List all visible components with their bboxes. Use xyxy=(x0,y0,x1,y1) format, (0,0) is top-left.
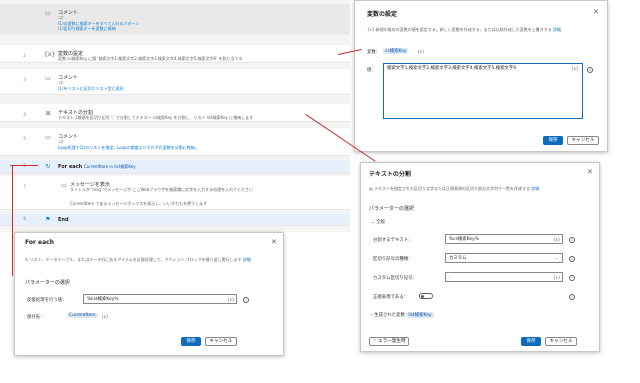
save-button[interactable]: 保存 xyxy=(181,337,201,346)
message-icon: ▭ xyxy=(61,182,67,189)
variable-picker-icon[interactable]: {x} xyxy=(227,297,234,302)
custom-delimiter-input[interactable]: , xyxy=(445,272,563,282)
variable-label: 変数： xyxy=(367,50,381,55)
step-title: For each xyxy=(58,164,83,170)
iterate-value-label: 反復処理を行う値： xyxy=(27,298,67,303)
delimiter-type-value: カスタム xyxy=(449,256,467,261)
step-number: 3 xyxy=(23,78,26,83)
details-link[interactable]: 詳細 xyxy=(553,27,561,32)
details-link[interactable]: 詳細 xyxy=(531,186,539,191)
on-error-button[interactable]: ♡ エラー発生時 xyxy=(369,337,409,346)
dialog-description: ▤ テキストを指定された区切り文字または正規表現の区切り部分文字列で一覧を作成す… xyxy=(369,186,540,191)
annotation-line-for-each-a xyxy=(10,164,38,166)
is-regex-toggle[interactable] xyxy=(419,293,433,299)
flow-step-comment-5[interactable]: 5 ▭ コメント コ） Loop処理で(2)のリストを指定。Loopの都度よりそ… xyxy=(0,128,350,156)
save-button[interactable]: 保存 xyxy=(543,136,563,145)
params-heading: パラメーターの選択 xyxy=(25,280,70,286)
step-line: (1)をリストに区切りリスト型に変形 xyxy=(58,86,124,91)
custom-delimiter-label: カスタム区切り記号： xyxy=(373,276,417,281)
info-icon: i xyxy=(569,294,575,300)
step-number: 7 xyxy=(23,185,26,190)
value-picker-icon[interactable]: {x} xyxy=(571,66,578,71)
dialog-title: 変数の設定 xyxy=(367,11,398,18)
comment-icon: ▭ xyxy=(45,75,51,82)
cancel-button[interactable]: キャンセル xyxy=(205,337,237,346)
value-text: 検索文字1,検索文字2,検索文字3,検索文字4,検索文字5,検索文字6 xyxy=(387,66,517,71)
step-line: テキスト 1数値を区切り記号 ',' で分割してテキスト cs検索Key を分割… xyxy=(58,115,254,120)
annotation-line-for-each-b xyxy=(12,166,14,276)
close-icon[interactable]: ✕ xyxy=(271,238,277,246)
generated-variables[interactable]: › 生成された変数 list検索Key xyxy=(371,312,434,318)
flow-step-comment-1[interactable]: ▭ コメント コ） (1)の変数に検索キーをすべて入れるパターン (1)区切り検… xyxy=(0,4,350,34)
details-link[interactable]: 詳細 xyxy=(243,257,251,262)
info-icon: i xyxy=(569,237,575,243)
step-number: 8 xyxy=(23,217,26,222)
step-line: CurrentItem in list検索Key xyxy=(84,164,136,169)
flow-step-end[interactable]: 8 ⚑ End xyxy=(0,214,350,226)
value-textarea[interactable]: 検索文字1,検索文字2,検索文字3,検索文字4,検索文字5,検索文字6 xyxy=(383,63,583,119)
variable-icon: {x} xyxy=(44,51,56,58)
dialog-description: ↻ リスト、データテーブル、またはデータ行にあるアイテムを反復処理して、アクショ… xyxy=(25,257,251,262)
iterate-value-text: %list検索Key% xyxy=(87,297,119,302)
chevron-down-icon[interactable]: ⌄ xyxy=(555,255,558,260)
delimiter-type-label: 区切り記号の種類： xyxy=(373,257,413,262)
step-line: (1)区切り検索キーを変数に格納 xyxy=(58,26,116,31)
for-each-dialog: For each ✕ ↻ リスト、データテーブル、またはデータ行にあるアイテムを… xyxy=(14,232,284,356)
flow-step-split-text[interactable]: 4 ≣ テキストの分割 テキスト 1数値を区切り記号 ',' で分割してテキスト… xyxy=(0,104,350,122)
cancel-button[interactable]: キャンセル xyxy=(545,337,577,346)
step-number: 5 xyxy=(23,137,26,142)
flow-step-set-variable[interactable]: 2 {x} 変数の設定 変数 cs検索Key に値 '検索文字1,検索文字2,検… xyxy=(0,45,350,63)
variable-picker-icon[interactable]: {x} xyxy=(553,275,560,280)
info-icon: i xyxy=(569,256,575,262)
step-title: End xyxy=(58,217,69,223)
value-label: 値： xyxy=(367,68,376,73)
dialog-description: {x} 新規の既存の変数の値を設定する。新しい変数を作成する、または以前作成した… xyxy=(367,27,562,32)
step-line: CurrentItem であるメッセージボックスを表示し、いいずれもを押下します xyxy=(70,201,208,206)
variable-chip[interactable]: cs検索Key xyxy=(383,48,409,54)
close-icon[interactable]: ✕ xyxy=(587,168,593,176)
store-into-label: 保存先： xyxy=(27,315,45,320)
iterate-value-input[interactable]: %list検索Key% xyxy=(83,294,237,304)
set-variable-dialog: 変数の設定 ✕ {x} 新規の既存の変数の値を設定する。新しい変数を作成する、ま… xyxy=(354,0,608,152)
step-line: タイトルが 'msg' でメッセージが ここWebブラウザを検索欄に文字を入力す… xyxy=(70,187,253,192)
text-to-split-value: %cs検索Key% xyxy=(449,237,479,242)
dialog-title: テキストの分割 xyxy=(369,171,411,178)
save-button[interactable]: 保存 xyxy=(521,337,541,346)
flow-editor: ▭ コメント コ） (1)の変数に検索キーをすべて入れるパターン (1)区切り検… xyxy=(0,0,350,232)
info-icon: i xyxy=(569,275,575,281)
variable-picker-icon[interactable]: {x} xyxy=(101,314,108,319)
generated-variable-chip: list検索Key xyxy=(406,312,434,318)
flow-step-message[interactable]: 7 ▭ メッセージを表示 タイトルが 'msg' でメッセージが ここWebブラ… xyxy=(0,176,350,210)
is-regex-label: 正規表現である： xyxy=(373,295,409,300)
info-icon: i xyxy=(587,67,593,73)
params-heading: パラメーターの選択 xyxy=(369,206,414,212)
general-heading: ⌄ 全般 xyxy=(371,220,385,225)
end-flag-icon: ⚑ xyxy=(45,216,51,223)
split-text-dialog: テキストの分割 ✕ ▤ テキストを指定された区切り文字または正規表現の区切り部分… xyxy=(360,162,600,352)
variable-picker-icon[interactable]: {x} xyxy=(553,237,560,242)
step-number: 4 xyxy=(23,113,26,118)
step-line: 変数 cs検索Key に値 '検索文字1,検索文字2,検索文字3,検索文字4,検… xyxy=(58,56,243,61)
cancel-button[interactable]: キャンセル xyxy=(567,136,599,145)
step-line: Loop処理で(2)のリストを指定。Loopの都度よりそれぞれ変数を分割に格納。 xyxy=(58,145,199,150)
delimiter-type-select[interactable]: カスタム xyxy=(445,253,563,263)
flow-step-comment-3[interactable]: 3 ▭ コメント コ） (1)をリストに区切りリスト型に変形 xyxy=(0,69,350,95)
loop-icon: ↻ xyxy=(45,163,51,170)
dialog-title: For each xyxy=(25,239,54,246)
custom-delimiter-value: , xyxy=(449,274,451,279)
comment-icon: ▭ xyxy=(45,134,51,141)
step-number: 2 xyxy=(23,54,26,59)
comment-icon: ▭ xyxy=(45,10,51,17)
split-text-icon: ≣ xyxy=(45,110,51,117)
close-icon[interactable]: ✕ xyxy=(593,8,599,16)
text-to-split-label: 分割するテキスト： xyxy=(373,238,413,243)
flow-step-for-each[interactable]: 6 ↻ For each CurrentItem in list検索Key xyxy=(0,160,350,174)
text-to-split-input[interactable]: %cs検索Key% xyxy=(445,234,563,244)
variable-picker-icon[interactable]: {x} xyxy=(417,49,424,54)
store-variable-chip[interactable]: CurrentItem xyxy=(67,313,98,318)
info-icon: i xyxy=(243,297,249,303)
